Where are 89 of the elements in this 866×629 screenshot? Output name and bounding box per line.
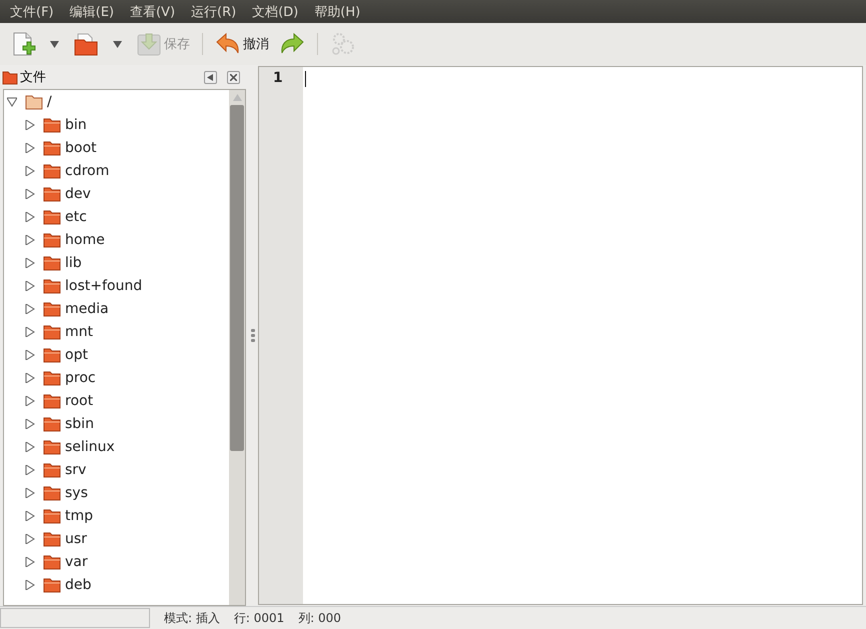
expander-icon[interactable] (25, 212, 35, 222)
close-icon (230, 74, 237, 80)
folder-icon (43, 278, 61, 294)
expander-icon[interactable] (25, 326, 35, 336)
folder-icon (43, 208, 61, 224)
folder-icon (43, 370, 61, 386)
tree-item[interactable]: sys (4, 481, 229, 504)
tree-item[interactable]: var (4, 550, 229, 573)
expander-icon[interactable] (25, 350, 35, 360)
tree-item[interactable]: lib (4, 251, 229, 274)
folder-icon (43, 462, 61, 478)
tree-item[interactable]: root (4, 389, 229, 412)
folder-icon (43, 416, 61, 432)
settings-icon (330, 31, 356, 57)
folder-icon (43, 324, 61, 340)
tree-item[interactable]: media (4, 297, 229, 320)
line-number: 1 (273, 70, 283, 86)
left-arrow-icon (207, 74, 214, 80)
expander-icon[interactable] (25, 442, 35, 452)
expander-icon[interactable] (25, 258, 35, 268)
folder-icon (43, 438, 61, 454)
folder-icon (43, 186, 61, 202)
folder-icon (43, 116, 61, 132)
folder-icon (2, 69, 18, 85)
expander-icon[interactable] (25, 396, 35, 406)
tree-item[interactable]: usr (4, 527, 229, 550)
tree-item[interactable]: mnt (4, 320, 229, 343)
folder-icon (43, 162, 61, 178)
folder-icon (43, 232, 61, 248)
download-icon (136, 31, 162, 57)
folder-icon (43, 392, 61, 408)
tree-item[interactable]: home (4, 228, 229, 251)
caret-icon (113, 40, 122, 48)
folder-icon (43, 300, 61, 316)
collapse-button[interactable] (204, 70, 217, 84)
expander-icon[interactable] (25, 188, 35, 198)
tree-item[interactable]: proc (4, 366, 229, 389)
folder-icon (73, 31, 99, 57)
tree-item[interactable]: tmp (4, 504, 229, 527)
folder-icon (25, 94, 43, 110)
tree-item[interactable]: deb (4, 573, 229, 596)
expander-icon[interactable] (25, 580, 35, 590)
menu-item[interactable]: 编辑(E) (64, 2, 120, 20)
status-text: 模式: 插入 (164, 610, 220, 626)
tree-item[interactable]: etc (4, 205, 229, 228)
tree-item[interactable]: opt (4, 343, 229, 366)
tree-item[interactable]: srv (4, 458, 229, 481)
menu-item[interactable]: 文件(F) (4, 2, 60, 20)
folder-icon (43, 508, 61, 524)
expander-icon[interactable] (25, 418, 35, 428)
expander-icon[interactable] (25, 372, 35, 382)
expander-icon[interactable] (25, 120, 35, 130)
tree-item[interactable]: dev (4, 182, 229, 205)
menu-item[interactable]: 帮助(H) (308, 2, 366, 20)
caret-icon (50, 40, 59, 48)
expander-icon[interactable] (25, 166, 35, 176)
folder-icon (43, 530, 61, 546)
expander-icon[interactable] (7, 96, 17, 106)
menu-item[interactable]: 运行(R) (185, 2, 242, 20)
folder-icon (43, 554, 61, 570)
tree-item[interactable]: boot (4, 136, 229, 159)
expander-icon[interactable] (25, 142, 35, 152)
expander-icon[interactable] (25, 304, 35, 314)
expander-icon[interactable] (25, 488, 35, 498)
status-text: 行: 0001 (234, 610, 284, 626)
expander-icon[interactable] (25, 510, 35, 520)
scrollbar[interactable] (229, 90, 245, 605)
folder-icon (43, 140, 61, 156)
folder-icon (43, 484, 61, 500)
menu-item[interactable]: 文档(D) (246, 2, 304, 20)
folder-icon (43, 254, 61, 270)
tree-item[interactable]: cdrom (4, 159, 229, 182)
expander-icon[interactable] (25, 464, 35, 474)
tree-item[interactable]: selinux (4, 435, 229, 458)
status-text: 列: 000 (298, 610, 342, 626)
tree-item[interactable]: lost+found (4, 274, 229, 297)
expander-icon[interactable] (25, 234, 35, 244)
undo-button[interactable]: 撤消 (211, 29, 273, 59)
expander-icon[interactable] (25, 534, 35, 544)
folder-icon (43, 576, 61, 592)
menu-item[interactable]: 查看(V) (124, 2, 182, 20)
tree-item[interactable]: bin (4, 113, 229, 136)
tree-item[interactable]: / (4, 90, 229, 113)
tree-item[interactable]: sbin (4, 412, 229, 435)
close-button[interactable] (227, 70, 240, 84)
expander-icon[interactable] (25, 556, 35, 566)
expander-icon[interactable] (25, 280, 35, 290)
panel-title: 文件 (20, 69, 47, 86)
folder-icon (43, 346, 61, 362)
